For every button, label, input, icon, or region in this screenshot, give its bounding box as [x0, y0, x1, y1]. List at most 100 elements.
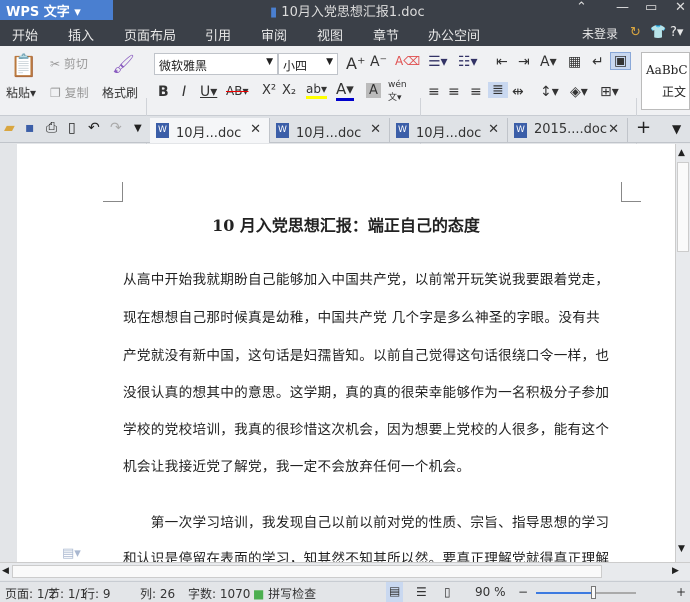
open-icon[interactable]: ▰ [4, 120, 15, 136]
strikethrough-button[interactable]: AB▾ [226, 84, 248, 98]
justify-button[interactable]: ≣ [488, 82, 508, 98]
phonetic-guide-icon[interactable]: wén 文▾ [388, 80, 407, 103]
font-family-select[interactable]: 微软雅黑 ▼ [154, 53, 278, 75]
copy-button[interactable]: ❐ 复制 [50, 84, 89, 101]
tab-page-layout[interactable]: 页面布局 [124, 25, 176, 44]
help-icon[interactable]: ?▾ [670, 25, 683, 40]
superscript-button[interactable]: X² [262, 83, 276, 98]
maximize-button[interactable]: ▭ [645, 0, 657, 15]
distribute-button[interactable]: ⇹ [512, 84, 524, 100]
close-tab-icon[interactable]: ✕ [608, 122, 619, 137]
scroll-thumb[interactable] [677, 162, 689, 252]
paragraph-line: 产党就没有新中国，这句话是妇孺皆知。以前自己觉得这句话很绕口令一样，也 [123, 348, 610, 364]
tab-review[interactable]: 审阅 [261, 25, 287, 44]
decrease-indent-icon[interactable]: ⇤ [496, 54, 508, 70]
char-spacing-icon[interactable]: A▾ [540, 54, 557, 70]
tab-office-space[interactable]: 办公空间 [428, 25, 480, 44]
grow-font-icon[interactable]: A⁺ [346, 54, 365, 73]
show-markup-icon[interactable]: ▣ [610, 52, 632, 70]
cut-button[interactable]: ✂ 剪切 [50, 55, 88, 72]
paste-button[interactable]: 粘贴▾ [6, 84, 36, 101]
refresh-icon[interactable]: ↻ [630, 25, 641, 40]
app-menu-button[interactable]: WPS 文字 ▾ [0, 0, 113, 20]
document-tab[interactable]: W 10月...doc ✕ [150, 118, 270, 143]
horizontal-scrollbar[interactable]: ◀ ▶ [0, 562, 690, 580]
zoom-out-button[interactable]: − [518, 585, 528, 599]
cut-label: 剪切 [63, 57, 88, 71]
tab-references[interactable]: 引用 [205, 25, 231, 44]
document-tab-bar: ▰ ▪ ⎙ ▯ ↶ ↷ ▼ W 10月...doc ✕ W 10月...doc ✕ W1… [0, 116, 690, 143]
paste-icon[interactable]: 📋 [10, 54, 37, 79]
tab-chapter[interactable]: 章节 [373, 25, 399, 44]
close-button[interactable]: ✕ [675, 0, 686, 15]
clear-format-icon[interactable]: A⌫ [395, 54, 420, 68]
tab-view[interactable]: 视图 [317, 25, 343, 44]
close-tab-icon[interactable]: ✕ [250, 122, 261, 137]
save-icon[interactable]: ▪ [25, 120, 35, 136]
outline-view-icon[interactable]: ☰ [416, 585, 427, 599]
bold-button[interactable]: B [158, 84, 169, 100]
print-preview-icon[interactable]: ▯ [68, 120, 76, 136]
tab-insert[interactable]: 插入 [68, 25, 94, 44]
char-shading-icon[interactable]: A [366, 83, 381, 98]
new-tab-icon[interactable]: + [636, 117, 651, 138]
paragraph-layout-icon[interactable]: ▤▾ [62, 546, 81, 561]
shrink-font-icon[interactable]: A⁻ [370, 54, 387, 70]
format-painter-icon[interactable]: 🖌 [112, 54, 135, 75]
table-icon[interactable]: ▦ [568, 54, 581, 70]
word-count[interactable]: 字数: 1070 [188, 585, 250, 602]
minimize-button[interactable]: — [616, 0, 629, 15]
redo-icon[interactable]: ↷ [110, 120, 122, 136]
zoom-in-button[interactable]: + [676, 585, 686, 599]
vertical-scrollbar[interactable]: ▲ ▼ [675, 144, 690, 562]
document-page[interactable]: 10 月入党思想汇报：端正自己的态度 从高中开始我就期盼自己能够加入中国共产党，… [17, 144, 675, 567]
align-right-button[interactable]: ≡ [470, 84, 482, 100]
print-icon[interactable]: ⎙ [46, 120, 57, 136]
document-tab[interactable]: W 2015....doc ✕ [508, 118, 628, 143]
italic-button[interactable]: I [182, 84, 186, 100]
font-color-icon[interactable]: A▾ [336, 80, 354, 101]
format-painter-button[interactable]: 格式刷 [102, 84, 138, 101]
skin-icon[interactable]: 👕 [650, 25, 666, 40]
document-tab[interactable]: W 10月...doc ✕ [270, 118, 390, 143]
scroll-up-icon[interactable]: ▲ [678, 148, 685, 158]
tab-label: 10月...doc [176, 126, 242, 141]
close-tab-icon[interactable]: ✕ [370, 122, 381, 137]
zoom-slider[interactable] [536, 586, 636, 599]
undo-icon[interactable]: ↶ [88, 120, 100, 136]
underline-button[interactable]: U▾ [200, 84, 217, 100]
scroll-right-icon[interactable]: ▶ [672, 566, 679, 576]
document-tab[interactable]: W 10月...doc ✕ [390, 118, 508, 143]
scroll-thumb[interactable] [12, 565, 602, 578]
scroll-left-icon[interactable]: ◀ [2, 566, 9, 576]
subscript-button[interactable]: X₂ [282, 83, 296, 98]
login-link[interactable]: 未登录 [582, 25, 618, 42]
increase-indent-icon[interactable]: ⇥ [518, 54, 530, 70]
close-tab-icon[interactable]: ✕ [488, 122, 499, 137]
style-normal[interactable]: AaBbC 正文 [641, 52, 690, 110]
scroll-down-icon[interactable]: ▼ [678, 544, 685, 554]
zoom-level[interactable]: 90 % [475, 585, 506, 599]
font-size-select[interactable]: 小四 ▼ [278, 53, 338, 75]
numbered-list-icon[interactable]: ☷▾ [458, 54, 478, 70]
customize-toolbar-icon[interactable]: ▼ [134, 123, 142, 134]
bullet-list-icon[interactable]: ☰▾ [428, 54, 448, 70]
shading-icon[interactable]: ◈▾ [570, 84, 588, 100]
paragraph-mark-icon[interactable]: ↵ [592, 54, 604, 70]
word-doc-icon: W [156, 123, 169, 138]
page-view-icon[interactable]: ▤ [386, 582, 403, 602]
spell-check-button[interactable]: ■ 拼写检查 [253, 585, 316, 602]
zoom-slider-thumb[interactable] [591, 586, 597, 599]
borders-icon[interactable]: ⊞▾ [600, 84, 619, 100]
align-left-button[interactable]: ≡ [428, 84, 440, 100]
highlight-icon[interactable]: ab▾ [306, 82, 327, 99]
menu-bar: 开始 插入 页面布局 引用 审阅 视图 章节 办公空间 未登录 ↻ 👕 ?▾ [0, 20, 690, 49]
spell-check-label: 拼写检查 [268, 587, 317, 601]
collapse-ribbon-icon[interactable]: ⌃ [576, 0, 587, 15]
align-center-button[interactable]: ≡ [448, 84, 460, 100]
line-spacing-icon[interactable]: ↕▾ [540, 84, 559, 100]
paragraph-line: 学校的党校培训，我真的很珍惜这次机会，因为想要上党校的人很多，能有这个 [123, 422, 610, 438]
zoom-slider-fill [536, 592, 594, 594]
tab-list-icon[interactable]: ▼ [672, 122, 681, 136]
web-view-icon[interactable]: ▯ [444, 585, 451, 599]
